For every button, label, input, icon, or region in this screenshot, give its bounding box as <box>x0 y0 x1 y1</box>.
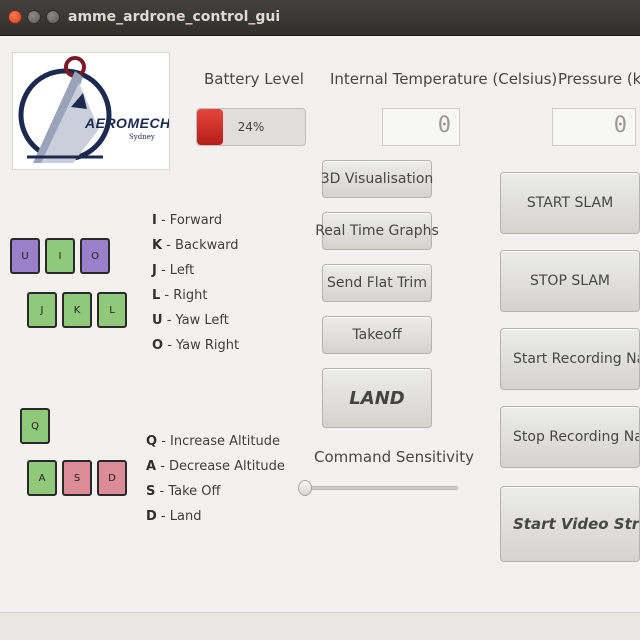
legend-text: - Increase Altitude <box>157 434 280 449</box>
pressure-label: Pressure (kPa <box>558 70 640 88</box>
key-o: O <box>80 238 110 274</box>
legend-key: A <box>146 459 157 474</box>
legend-key: D <box>146 509 157 524</box>
legend-line: L - Right <box>152 283 239 308</box>
bottom-status-bar <box>0 612 640 640</box>
key-i: I <box>45 238 75 274</box>
legend-key: O <box>152 338 164 353</box>
legend-text: - Backward <box>162 238 239 253</box>
legend-key: S <box>146 484 156 499</box>
legend-line: O - Yaw Right <box>152 333 239 358</box>
legend-key: U <box>152 313 163 328</box>
battery-level-label: Battery Level <box>204 70 304 88</box>
temperature-display: 0 <box>382 108 460 146</box>
real-time-graphs-button[interactable]: Real Time Graphs <box>315 212 439 250</box>
logo-brand-text: AEROMECH <box>85 115 170 131</box>
takeoff-button[interactable]: Takeoff <box>322 316 432 354</box>
legend-line: J - Left <box>152 258 239 283</box>
command-sensitivity-slider[interactable] <box>302 486 458 490</box>
start-slam-button[interactable]: START SLAM <box>500 172 640 234</box>
logo-subtitle: Sydney <box>129 133 155 141</box>
key-d: D <box>97 460 127 496</box>
pressure-display: 0 <box>552 108 636 146</box>
minimize-window-button[interactable] <box>27 10 41 24</box>
legend-line: U - Yaw Left <box>152 308 239 333</box>
start-recording-navdata-button[interactable]: Start Recording Navdat <box>500 328 640 390</box>
legend-line: K - Backward <box>152 233 239 258</box>
send-flat-trim-button[interactable]: Send Flat Trim <box>322 264 432 302</box>
movement-keys-legend: I - Forward K - Backward J - Left L - Ri… <box>152 208 239 358</box>
temperature-label: Internal Temperature (Celsius) <box>330 70 558 88</box>
key-q: Q <box>20 408 50 444</box>
window-titlebar: amme_ardrone_control_gui <box>0 0 640 36</box>
aeromech-emblem-icon <box>18 56 112 163</box>
legend-text: - Right <box>160 288 208 303</box>
legend-line: I - Forward <box>152 208 239 233</box>
legend-key: Q <box>146 434 158 449</box>
legend-text: - Take Off <box>155 484 221 499</box>
legend-line: A - Decrease Altitude <box>146 454 285 479</box>
key-k: K <box>62 292 92 328</box>
battery-level-value: 24% <box>237 120 265 134</box>
3d-visualisation-button[interactable]: 3D Visualisation <box>321 160 433 198</box>
aeromech-logo: AEROMECH Sydney <box>12 52 170 170</box>
legend-line: Q - Increase Altitude <box>146 429 285 454</box>
legend-text: - Yaw Left <box>162 313 229 328</box>
maximize-window-button[interactable] <box>46 10 60 24</box>
stop-recording-navdata-button[interactable]: Stop Recording Navdat <box>500 406 640 468</box>
legend-text: - Land <box>156 509 202 524</box>
legend-text: - Forward <box>156 213 223 228</box>
legend-text: - Decrease Altitude <box>156 459 285 474</box>
stop-slam-button[interactable]: STOP SLAM <box>500 250 640 312</box>
legend-line: S - Take Off <box>146 479 285 504</box>
battery-level-bar: 24% <box>196 108 306 146</box>
legend-text: - Left <box>156 263 195 278</box>
altitude-keys-legend: Q - Increase Altitude A - Decrease Altit… <box>146 429 285 529</box>
command-sensitivity-slider-handle[interactable] <box>298 480 312 496</box>
key-l: L <box>97 292 127 328</box>
land-button[interactable]: LAND <box>322 368 432 428</box>
key-a: A <box>27 460 57 496</box>
legend-key: K <box>152 238 163 253</box>
start-video-stream-button[interactable]: Start Video Strea <box>500 486 640 562</box>
key-s: S <box>62 460 92 496</box>
key-u: U <box>10 238 40 274</box>
window-title: amme_ardrone_control_gui <box>68 9 281 25</box>
legend-line: D - Land <box>146 504 285 529</box>
key-j: J <box>27 292 57 328</box>
command-sensitivity-label: Command Sensitivity <box>314 448 474 466</box>
legend-text: - Yaw Right <box>163 338 240 353</box>
close-window-button[interactable] <box>8 10 22 24</box>
